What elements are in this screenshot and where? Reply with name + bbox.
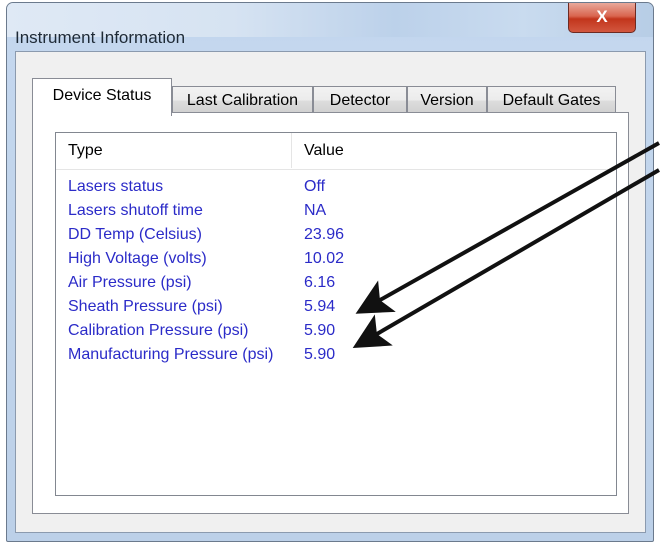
row-value-cell: 5.90 xyxy=(304,322,336,339)
instrument-information-window: Instrument Information X Device Status L… xyxy=(6,2,654,542)
row-value-cell: 6.16 xyxy=(304,274,336,291)
row-type-cell: Air Pressure (psi) xyxy=(68,274,192,291)
list-header: Type Value xyxy=(56,133,616,170)
tab-detector[interactable]: Detector xyxy=(313,86,407,114)
dialog-client-area: Device Status Last Calibration Detector … xyxy=(15,51,646,533)
tab-device-status[interactable]: Device Status xyxy=(32,78,172,116)
close-button[interactable]: X xyxy=(568,3,636,33)
row-type-cell: DD Temp (Celsius) xyxy=(68,226,202,243)
row-type-cell: Sheath Pressure (psi) xyxy=(68,298,223,315)
row-value-cell: 5.94 xyxy=(304,298,336,315)
list-row[interactable]: Lasers shutoff time NA xyxy=(56,199,616,223)
column-header-type[interactable]: Type xyxy=(56,133,292,168)
close-icon: X xyxy=(596,7,608,26)
list-row[interactable]: Sheath Pressure (psi) 5.94 xyxy=(56,295,616,319)
device-status-panel: Type Value Lasers status Off Lasers shutof… xyxy=(32,112,629,514)
row-type-cell: High Voltage (volts) xyxy=(68,250,207,267)
tab-version[interactable]: Version xyxy=(407,86,487,114)
list-row[interactable]: Manufacturing Pressure (psi) 5.90 xyxy=(56,343,616,367)
list-row[interactable]: DD Temp (Celsius) 23.96 xyxy=(56,223,616,247)
title-bar[interactable]: Instrument Information X xyxy=(7,3,653,47)
device-status-list[interactable]: Type Value Lasers status Off Lasers shutof… xyxy=(55,132,617,496)
row-value-cell: 10.02 xyxy=(304,250,345,267)
row-value-cell: 23.96 xyxy=(304,226,345,243)
list-row[interactable]: Lasers status Off xyxy=(56,175,616,199)
list-row[interactable]: Air Pressure (psi) 6.16 xyxy=(56,271,616,295)
row-type-cell: Calibration Pressure (psi) xyxy=(68,322,249,339)
list-row[interactable]: High Voltage (volts) 10.02 xyxy=(56,247,616,271)
row-value-cell: 5.90 xyxy=(304,346,336,363)
column-header-value[interactable]: Value xyxy=(292,133,616,168)
list-row[interactable]: Calibration Pressure (psi) 5.90 xyxy=(56,319,616,343)
row-value-cell: Off xyxy=(304,178,326,195)
screenshot-page: Instrument Information X Device Status L… xyxy=(0,0,660,546)
window-title: Instrument Information xyxy=(15,28,186,47)
row-type-cell: Manufacturing Pressure (psi) xyxy=(68,346,274,363)
row-type-cell: Lasers shutoff time xyxy=(68,202,203,219)
row-value-cell: NA xyxy=(304,202,327,219)
tab-last-calibration[interactable]: Last Calibration xyxy=(172,86,313,114)
tab-default-gates[interactable]: Default Gates xyxy=(487,86,616,114)
row-type-cell: Lasers status xyxy=(68,178,164,195)
